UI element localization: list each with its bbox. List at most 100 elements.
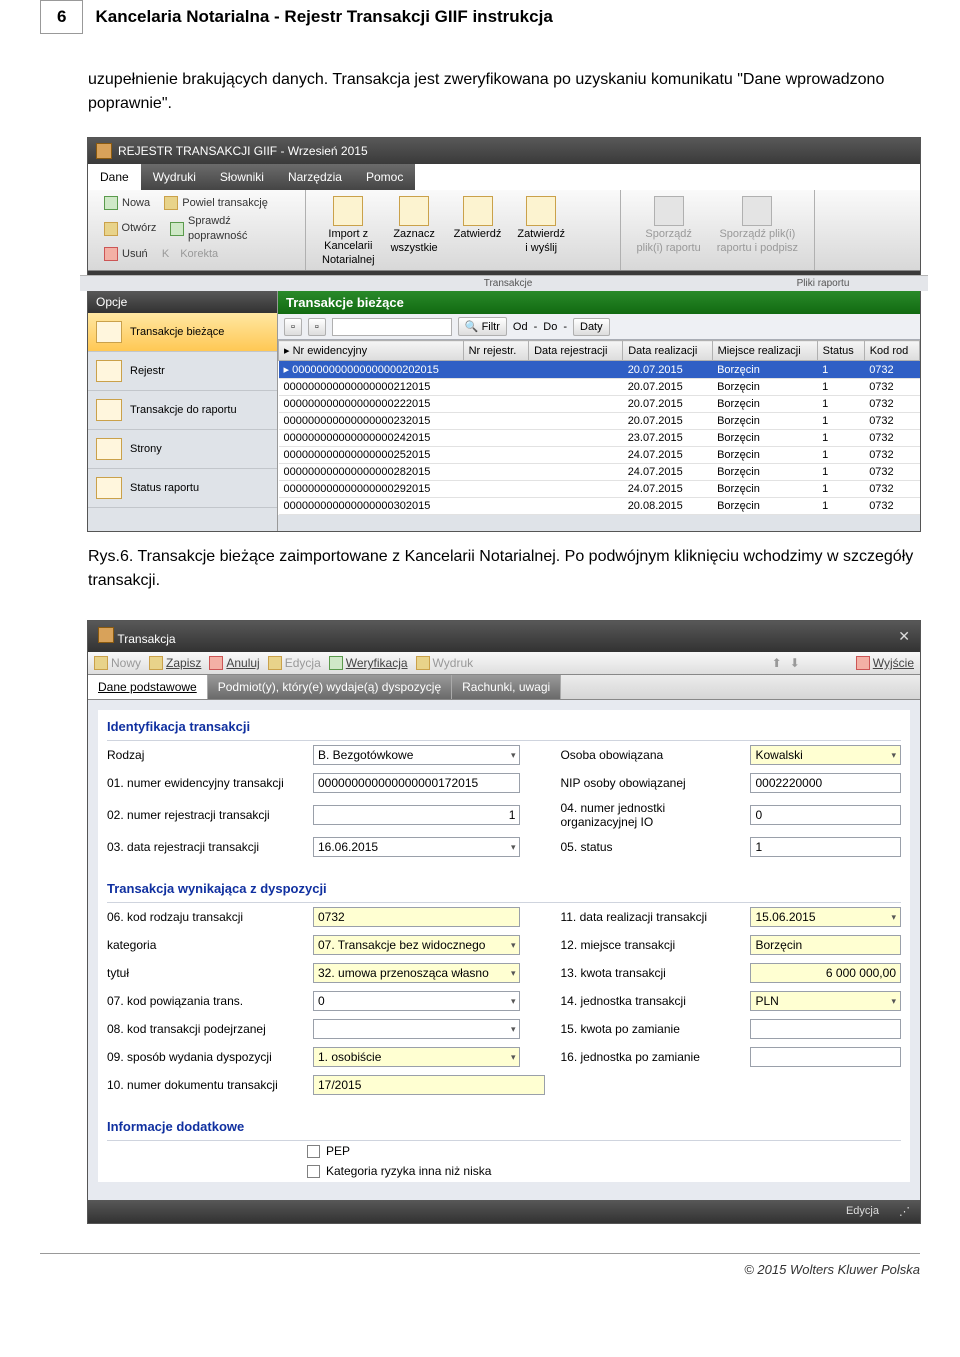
select-all-icon xyxy=(399,196,429,226)
col-status[interactable]: Status xyxy=(817,341,864,361)
table-row[interactable]: 00000000000000000029201524.07.2015Borzęc… xyxy=(279,481,920,498)
f08-input[interactable]: ▾ xyxy=(313,1019,520,1039)
new-icon xyxy=(94,656,108,670)
table-row[interactable]: 00000000000000000030201520.08.2015Borzęc… xyxy=(279,498,920,515)
verify-icon xyxy=(329,656,343,670)
dialog-toolbar: Nowy Zapisz Anuluj Edycja Weryfikacja Wy… xyxy=(88,652,920,675)
anuluj-button[interactable]: Anuluj xyxy=(209,656,259,670)
opcja-status-raportu[interactable]: Status raportu xyxy=(88,469,277,508)
table-row[interactable]: 00000000000000000024201523.07.2015Borzęc… xyxy=(279,430,920,447)
col-data-rej[interactable]: Data rejestracji xyxy=(529,341,623,361)
f16-input[interactable] xyxy=(750,1047,901,1067)
search-input[interactable] xyxy=(332,318,452,336)
f12-input[interactable]: Borzęcin xyxy=(750,935,901,955)
f07-input[interactable]: 0▾ xyxy=(313,991,520,1011)
edycja-button[interactable]: Edycja xyxy=(268,656,321,670)
f02-input[interactable]: 1 xyxy=(313,805,520,825)
col-miejsce[interactable]: Miejsce realizacji xyxy=(712,341,817,361)
table-row[interactable]: 00000000000000000025201524.07.2015Borzęc… xyxy=(279,447,920,464)
table-row[interactable]: 00000000000000000022201520.07.2015Borzęc… xyxy=(279,396,920,413)
new-btn[interactable]: ▫ xyxy=(284,318,302,336)
daty-button[interactable]: Daty xyxy=(573,318,610,336)
f10-input[interactable]: 17/2015 xyxy=(313,1075,545,1095)
filter-button[interactable]: 🔍 Filtr xyxy=(458,317,507,336)
menu-pomoc[interactable]: Pomoc xyxy=(354,164,415,190)
zatwierdz-button[interactable]: Zatwierdź xyxy=(446,194,510,268)
table-row[interactable]: ▸ 00000000000000000020201520.07.2015Borz… xyxy=(279,361,920,379)
menu-dane[interactable]: Dane xyxy=(88,164,141,190)
pep-checkbox[interactable] xyxy=(307,1145,320,1158)
usun-button[interactable]: Usuń K Korekta xyxy=(96,245,297,263)
zatwierdz-wyslij-button[interactable]: Zatwierdźi wyślij xyxy=(509,194,573,268)
wyjscie-button[interactable]: Wyjście xyxy=(856,656,914,670)
app-icon xyxy=(96,143,112,159)
del-btn[interactable]: ▫ xyxy=(308,318,326,336)
menu-wydruki[interactable]: Wydruki xyxy=(141,164,208,190)
f09-select[interactable]: 1. osobiście▾ xyxy=(313,1047,520,1067)
otworz-button[interactable]: Otwórz Sprawdź poprawność xyxy=(96,212,297,245)
osoba-label: Osoba obowiązana xyxy=(530,748,740,762)
nowy-button[interactable]: Nowy xyxy=(94,656,141,670)
print-icon xyxy=(416,656,430,670)
parties-icon xyxy=(96,438,122,460)
delete-icon xyxy=(104,247,118,261)
sporzadz-podpisz-button[interactable]: Sporządź plik(i)raportu i podpisz xyxy=(709,194,806,268)
f15-input[interactable] xyxy=(750,1019,901,1039)
tab-podmioty[interactable]: Podmiot(y), który(e) wydaje(ą) dyspozycj… xyxy=(208,675,452,699)
f05-input[interactable]: 1 xyxy=(750,837,901,857)
menu-slowniki[interactable]: Słowniki xyxy=(208,164,276,190)
opcja-strony[interactable]: Strony xyxy=(88,430,277,469)
tab-rachunki[interactable]: Rachunki, uwagi xyxy=(452,675,561,699)
duplicate-icon xyxy=(164,196,178,210)
sporzadz-plik-button[interactable]: Sporządźplik(i) raportu xyxy=(629,194,709,268)
data-panel: Transakcje bieżące ▫ ▫ 🔍 Filtr Od- Do- D… xyxy=(278,291,920,531)
nowa-button[interactable]: Nowa Powiel transakcję xyxy=(96,194,297,212)
import-button[interactable]: Import z KancelariiNotarialnej xyxy=(314,194,383,268)
edit-icon xyxy=(268,656,282,670)
f12-label: 12. miejsce transakcji xyxy=(530,938,740,952)
group-info-dodatkowe: Informacje dodatkowe PEP Kategoria ryzyk… xyxy=(106,1118,902,1182)
down-button[interactable]: ⬇ xyxy=(790,656,800,670)
up-button[interactable]: ⬆ xyxy=(772,656,782,670)
osoba-select[interactable]: Kowalski▾ xyxy=(750,745,901,765)
wydruk-button[interactable]: Wydruk xyxy=(416,656,474,670)
f06-input[interactable]: 0732 xyxy=(313,907,520,927)
opcja-transakcje-raport[interactable]: Transakcje do raportu xyxy=(88,391,277,430)
f14-select[interactable]: PLN▾ xyxy=(750,991,901,1011)
col-nr-ewid[interactable]: ▸ Nr ewidencyjny xyxy=(279,341,464,361)
tytul-select[interactable]: 32. umowa przenosząca własno▾ xyxy=(313,963,520,983)
status-text: Edycja xyxy=(846,1205,879,1218)
grid-title: Transakcje bieżące xyxy=(278,291,920,314)
table-row[interactable]: 00000000000000000021201520.07.2015Borzęc… xyxy=(279,379,920,396)
weryfikacja-button[interactable]: Weryfikacja xyxy=(329,656,408,670)
opcja-transakcje-biezace[interactable]: Transakcje bieżące xyxy=(88,313,277,352)
col-data-real[interactable]: Data realizacji xyxy=(623,341,712,361)
col-nr-rej[interactable]: Nr rejestr. xyxy=(463,341,528,361)
ryzyko-label: Kategoria ryzyka inna niż niska xyxy=(326,1164,491,1178)
page-number: 6 xyxy=(40,0,83,34)
f08-label: 08. kod transakcji podejrzanej xyxy=(107,1022,303,1036)
close-icon[interactable]: ✕ xyxy=(898,628,910,645)
group-title-dyspozycja: Transakcja wynikająca z dyspozycji xyxy=(107,881,901,903)
menu-narzedzia[interactable]: Narzędzia xyxy=(276,164,354,190)
f04-input[interactable]: 0 xyxy=(750,805,901,825)
col-kod[interactable]: Kod rod xyxy=(864,341,919,361)
f03-input[interactable]: 16.06.2015▾ xyxy=(313,837,520,857)
f13-input[interactable]: 6 000 000,00 xyxy=(750,963,901,983)
resize-grip-icon[interactable]: ⋰ xyxy=(899,1205,910,1218)
transakcje-grid[interactable]: ▸ Nr ewidencyjny Nr rejestr. Data rejest… xyxy=(278,340,920,515)
ryzyko-checkbox[interactable] xyxy=(307,1165,320,1178)
group-dyspozycja: Transakcja wynikająca z dyspozycji 06. k… xyxy=(106,880,902,1100)
f11-input[interactable]: 15.06.2015▾ xyxy=(750,907,901,927)
f16-label: 16. jednostka po zamianie xyxy=(530,1050,740,1064)
zaznacz-button[interactable]: Zaznaczwszystkie xyxy=(383,194,446,268)
opcja-rejestr[interactable]: Rejestr xyxy=(88,352,277,391)
table-row[interactable]: 00000000000000000023201520.07.2015Borzęc… xyxy=(279,413,920,430)
kategoria-select[interactable]: 07. Transakcje bez widocznego▾ xyxy=(313,935,520,955)
rodzaj-select[interactable]: B. Bezgotówkowe▾ xyxy=(313,745,520,765)
f01-input[interactable]: 000000000000000000172015 xyxy=(313,773,520,793)
tab-dane-podstawowe[interactable]: Dane podstawowe xyxy=(88,675,208,699)
table-row[interactable]: 00000000000000000028201524.07.2015Borzęc… xyxy=(279,464,920,481)
nip-input[interactable]: 0002220000 xyxy=(750,773,901,793)
zapisz-button[interactable]: Zapisz xyxy=(149,656,201,670)
